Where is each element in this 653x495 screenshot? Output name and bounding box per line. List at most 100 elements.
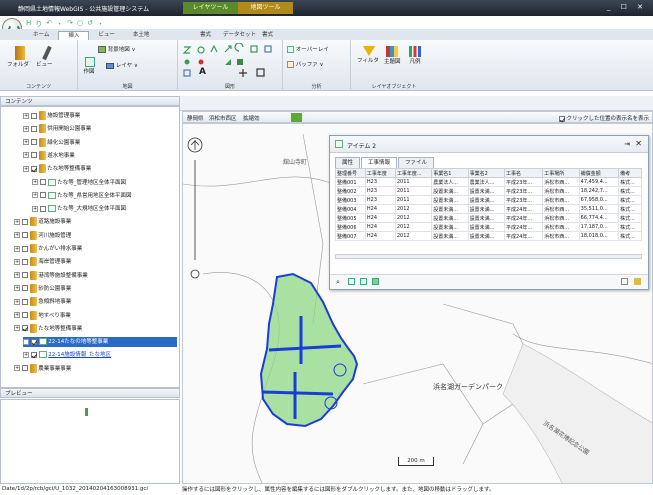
edit-icon[interactable] [621, 278, 628, 285]
layer-checkbox[interactable] [21, 312, 28, 318]
tab-format[interactable]: 書式 [200, 31, 211, 40]
column-header[interactable]: 補償金額 [578, 168, 620, 178]
column-header[interactable]: 工事場所 [542, 168, 580, 178]
tree-item[interactable]: + 施設管理事業 [23, 111, 177, 121]
tab-dataset[interactable]: データセット [223, 31, 256, 40]
expand-toggle-icon[interactable]: + [14, 312, 20, 318]
context-tab-map-tools[interactable]: 地図ツール [238, 2, 293, 14]
basemap-button[interactable]: 背景地図 ∨ [98, 45, 136, 53]
tree-item[interactable]: + たな地等整備事業 [23, 164, 177, 174]
thematic-map-button[interactable]: 主題図 [384, 46, 401, 65]
expand-toggle-icon[interactable]: + [23, 125, 29, 132]
window-controls[interactable]: _ ☐ ✕ [607, 3, 647, 11]
layer-checkbox[interactable] [39, 179, 46, 185]
qat-item[interactable]: ・ [56, 19, 63, 29]
expand-toggle-icon[interactable]: + [23, 139, 29, 146]
expand-toggle-icon[interactable]: + [14, 325, 20, 332]
zoom-to-icon[interactable]: ⌕ [336, 278, 340, 287]
qat-item[interactable]: ↶ [46, 19, 52, 29]
column-header[interactable]: 工事年度... [394, 168, 433, 178]
tab-files[interactable]: ファイル [398, 157, 435, 168]
table-row[interactable]: 整備007 H24 2012 設置未満... 設置未満... 平成24年... 浜松市西..… [335, 231, 642, 241]
filter-button[interactable]: フィルタ [357, 46, 379, 64]
table-row[interactable]: 整備002 H23 2011 設置未満... 設置未満... 平成23年... 浜松市西..… [335, 186, 642, 196]
breadcrumb-prefecture[interactable]: 静岡県 [187, 114, 204, 122]
column-header[interactable]: 整理番号 [335, 168, 366, 178]
column-header[interactable]: 工事名 [504, 168, 544, 178]
tree-item[interactable]: + 農業事業事業 [14, 363, 177, 374]
column-header[interactable]: 備考 [618, 168, 642, 178]
expand-toggle-icon[interactable]: + [23, 338, 29, 345]
attach-icon[interactable] [634, 278, 641, 285]
table-row[interactable]: 整備005 H24 2012 設置未満... 設置未満... 平成24年... 浜松市西..… [335, 213, 642, 223]
select-icon[interactable] [348, 278, 355, 285]
layer-checkbox[interactable] [30, 338, 37, 345]
table-row[interactable]: 整備006 H24 2012 設置未満... 設置未満... 平成24年... 浜松市西..… [335, 222, 642, 232]
export-icon[interactable] [372, 278, 379, 285]
tree-item[interactable]: + たな地等整備事業 [14, 323, 177, 334]
tab-land[interactable]: 本土地 [124, 31, 159, 40]
qat-item[interactable]: H [26, 19, 31, 29]
expand-toggle-icon[interactable]: + [14, 298, 20, 305]
qat-item[interactable]: ・ [97, 19, 104, 29]
go-arrow-icon[interactable] [291, 113, 302, 122]
breadcrumb-ward[interactable]: 浜松市西区 [209, 114, 237, 122]
column-header[interactable]: 事業名1 [431, 168, 469, 178]
tree-item[interactable]: + 遊水地事業 [23, 150, 177, 161]
layer-checkbox[interactable] [39, 205, 46, 212]
expand-toggle-icon[interactable]: + [32, 179, 38, 185]
expand-toggle-icon[interactable]: + [32, 205, 38, 212]
filter-select-icon[interactable] [360, 278, 367, 285]
table-row[interactable]: 整備004 H24 2012 設置未満... 設置未満... 平成24年... 浜松市西..… [335, 204, 642, 214]
folder-button[interactable]: フォルダ [7, 46, 29, 68]
layer-checkbox[interactable] [30, 125, 37, 132]
layer-checkbox[interactable] [21, 258, 28, 265]
tree-item[interactable]: + たな等_管理地区全体平面図 [32, 178, 177, 188]
expand-toggle-icon[interactable]: + [14, 258, 20, 265]
layer-checkbox[interactable] [30, 139, 37, 146]
qat-item[interactable]: ↺ [87, 19, 93, 29]
tree-item[interactable]: + 22-14たなの地等整事業 [23, 337, 177, 348]
layer-checkbox[interactable] [30, 165, 37, 172]
draw-button[interactable]: 作図 [83, 57, 95, 75]
table-row[interactable]: 整備003 H23 2011 設置未満... 設置未満... 平成23年... 浜松市西..… [335, 195, 642, 205]
expand-toggle-icon[interactable]: + [23, 152, 29, 159]
shape-tools-icons[interactable] [181, 43, 281, 79]
context-tab-layer-tools[interactable]: レイヤツール [183, 2, 238, 14]
expand-toggle-icon[interactable]: + [14, 365, 20, 372]
tree-item[interactable]: + 供用開始公園事業 [23, 124, 177, 134]
expand-toggle-icon[interactable]: + [14, 232, 20, 239]
tab-view[interactable]: ビュー [89, 31, 124, 40]
show-name-checkbox[interactable]: クリックした位置の表示名を表示 [558, 114, 649, 122]
expand-toggle-icon[interactable]: + [23, 351, 29, 358]
text-tool-button[interactable]: A [199, 67, 206, 77]
layer-checkbox[interactable] [21, 245, 28, 252]
layer-checkbox[interactable] [21, 232, 28, 239]
tree-item[interactable]: + 緑化公園事業 [23, 137, 177, 148]
expand-toggle-icon[interactable]: + [32, 192, 38, 199]
layer-checkbox[interactable] [39, 192, 46, 199]
qat-item[interactable]: ↷ [67, 19, 73, 29]
layer-checkbox[interactable] [21, 218, 28, 225]
tree-item[interactable]: + 地すべり事業 [14, 310, 177, 321]
qat-item[interactable]: ○ [77, 19, 83, 29]
tab-attributes[interactable]: 属性 [335, 157, 361, 168]
close-icon[interactable]: ✕ [635, 139, 642, 148]
layer-checkbox[interactable] [21, 325, 28, 332]
layer-checkbox[interactable] [21, 285, 28, 292]
tree-item[interactable]: + 港湾等施設整備事業 [14, 270, 177, 281]
overlay-button[interactable]: オーバーレイ [287, 45, 329, 53]
tab-format-2[interactable]: 書式 [262, 31, 273, 40]
qat-item[interactable]: り [35, 19, 42, 29]
breadcrumb-zoom[interactable]: 拡縮効 [243, 114, 260, 122]
tab-home[interactable]: ホーム [24, 31, 58, 40]
column-header[interactable]: 事業名2 [467, 168, 506, 178]
tree-item[interactable]: + 22-14施設情報_たな地区 [23, 350, 177, 360]
tree-item[interactable]: + 急傾斜地事業 [14, 297, 177, 307]
expand-toggle-icon[interactable]: + [14, 272, 20, 279]
tree-item[interactable]: + 道路施設事業 [14, 217, 177, 227]
tree-item[interactable]: + 海岸管理事業 [14, 257, 177, 267]
layer-checkbox[interactable] [21, 365, 28, 372]
layer-button[interactable]: レイヤ ∨ [106, 61, 138, 69]
view-button[interactable]: ビュー [36, 45, 53, 68]
